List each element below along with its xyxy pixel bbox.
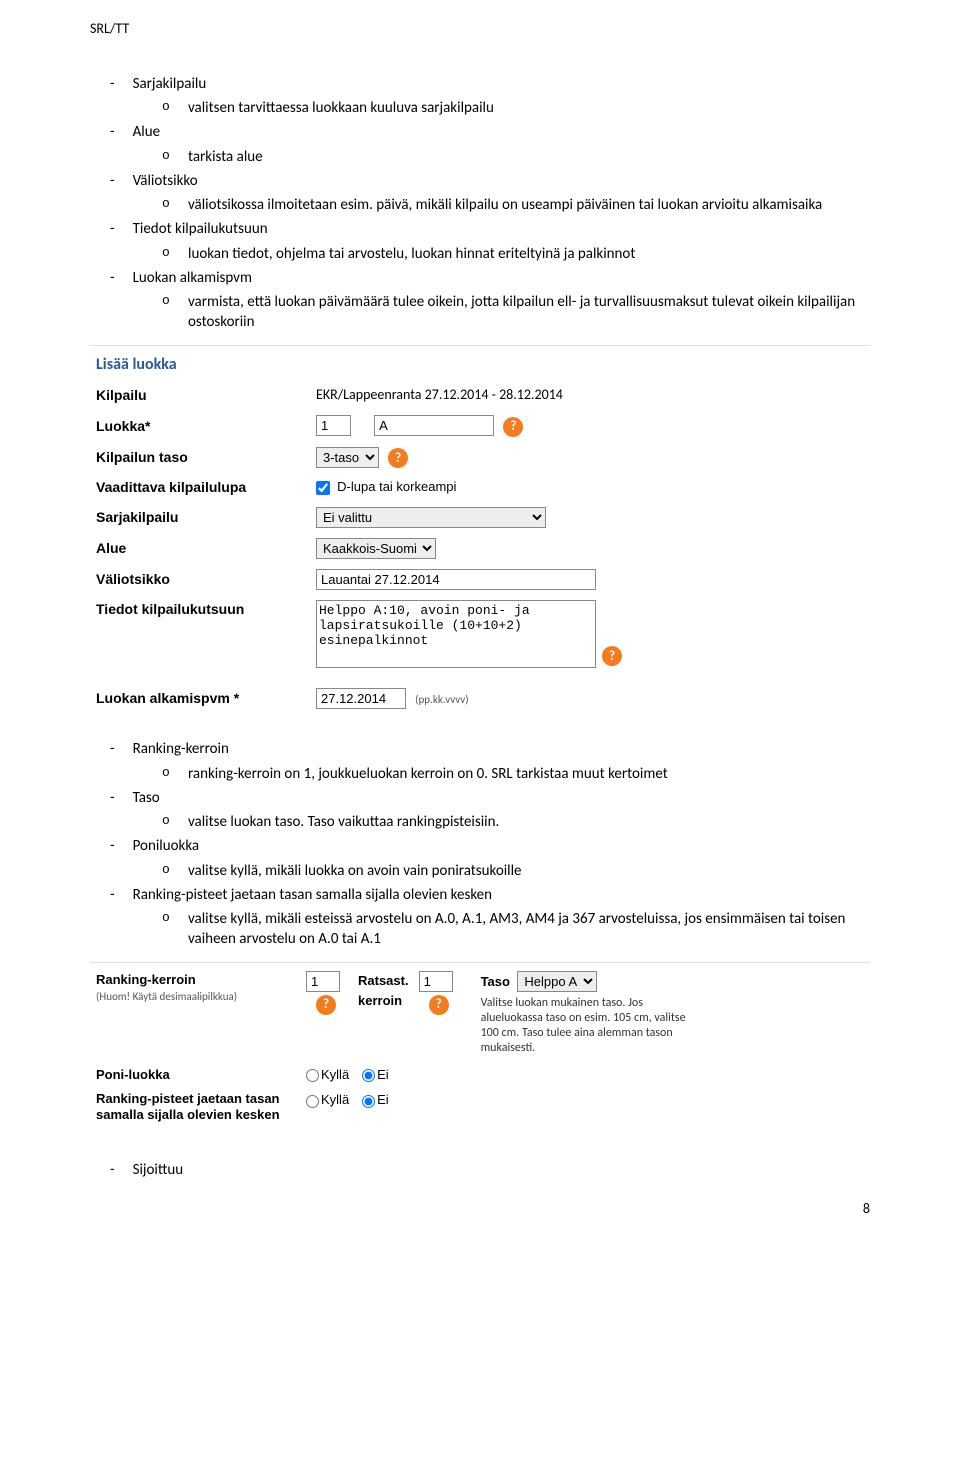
input-ratsast[interactable] (419, 971, 453, 992)
help-icon[interactable]: ? (429, 995, 449, 1015)
radio-label-ei: Ei (377, 1067, 389, 1082)
label-luokka: Luokka* (96, 417, 316, 436)
label-kilpailu: Kilpailu (96, 386, 316, 405)
list-item: Ranking-kerroin (110, 739, 870, 759)
help-icon[interactable]: ? (388, 448, 408, 468)
hint-taso: Valitse luokan mukainen taso. Jos aluelu… (481, 996, 691, 1056)
list-item: Sarjakilpailu (110, 74, 870, 94)
label-taso2: Taso (481, 974, 510, 989)
help-icon[interactable]: ? (316, 995, 336, 1015)
label-sarjakilpailu: Sarjakilpailu (96, 508, 316, 527)
list-item: Poniluokka (110, 836, 870, 856)
radio-split-kylla[interactable] (306, 1095, 319, 1108)
list-item: Tiedot kilpailukutsuun (110, 219, 870, 239)
label-poni: Poni-luokka (96, 1066, 296, 1084)
radio-label-kylla: Kyllä (321, 1067, 349, 1082)
radio-poni-ei[interactable] (362, 1069, 375, 1082)
input-valiotsikko[interactable] (316, 569, 596, 590)
list-item: Luokan alkamispvm (110, 268, 870, 288)
select-taso2[interactable]: Helppo A (517, 971, 597, 992)
list-subitem: varmista, että luokan päivämäärä tulee o… (162, 292, 870, 333)
label-valiotsikko: Väliotsikko (96, 570, 316, 589)
label-ratsast: Ratsast. (358, 973, 409, 988)
textarea-tiedot[interactable]: Helppo A:10, avoin poni- ja lapsiratsuko… (316, 600, 596, 668)
form-ranking: Ranking-kerroin (Huom! Käytä desimaalipi… (90, 962, 870, 1135)
label-ranking-kerroin: Ranking-kerroin (96, 971, 296, 989)
list-item: Taso (110, 788, 870, 808)
label-vaadittava: Vaadittava kilpailulupa (96, 478, 316, 497)
list-subitem: valitsen tarvittaessa luokkaan kuuluva s… (162, 98, 870, 118)
radio-label-kylla: Kyllä (321, 1092, 349, 1107)
bullet-list-3: Sijoittuu (90, 1160, 870, 1180)
select-sarja[interactable]: Ei valittu (316, 507, 546, 528)
label-rank-split: Ranking-pisteet jaetaan tasan samalla si… (96, 1091, 296, 1122)
form-add-class: Lisää luokka Kilpailu EKR/Lappeenranta 2… (90, 345, 870, 715)
help-icon[interactable]: ? (602, 646, 622, 666)
input-luokka-a[interactable] (374, 415, 494, 436)
radio-poni-kylla[interactable] (306, 1069, 319, 1082)
label-alue: Alue (96, 539, 316, 558)
input-ranking[interactable] (306, 971, 340, 992)
label-kerroin: kerroin (358, 993, 402, 1008)
radio-label-ei: Ei (377, 1092, 389, 1107)
list-subitem: ranking-kerroin on 1, joukkueluokan kerr… (162, 764, 870, 784)
list-item: Väliotsikko (110, 171, 870, 191)
hint-decimal: (Huom! Käytä desimaalipilkkua) (96, 990, 296, 1005)
page-number: 8 (90, 1200, 870, 1219)
form-title: Lisää luokka (90, 346, 870, 382)
list-subitem: valitse kyllä, mikäli esteissä arvostelu… (162, 909, 870, 950)
input-luokka-num[interactable] (316, 415, 351, 436)
list-subitem: väliotsikossa ilmoitetaan esim. päivä, m… (162, 195, 870, 215)
bullet-list-2: Ranking-kerroin ranking-kerroin on 1, jo… (90, 739, 870, 949)
checkbox-lupa[interactable] (316, 481, 330, 495)
value-kilpailu: EKR/Lappeenranta 27.12.2014 - 28.12.2014 (316, 386, 864, 405)
label-kilpailun-taso: Kilpailun taso (96, 448, 316, 467)
list-subitem: valitse luokan taso. Taso vaikuttaa rank… (162, 812, 870, 832)
document-header: SRL/TT (90, 20, 870, 39)
list-subitem: valitse kyllä, mikäli luokka on avoin va… (162, 861, 870, 881)
select-alue[interactable]: Kaakkois-Suomi (316, 538, 436, 559)
bullet-list-1: Sarjakilpailu valitsen tarvittaessa luok… (90, 74, 870, 333)
label-tiedot: Tiedot kilpailukutsuun (96, 600, 316, 619)
help-icon[interactable]: ? (503, 417, 523, 437)
list-subitem: luokan tiedot, ohjelma tai arvostelu, lu… (162, 244, 870, 264)
select-taso[interactable]: 3-taso (316, 447, 379, 468)
hint-dateformat: (pp.kk.vvvv) (415, 693, 468, 706)
radio-split-ei[interactable] (362, 1095, 375, 1108)
list-item: Alue (110, 122, 870, 142)
checkbox-label: D-lupa tai korkeampi (337, 479, 456, 494)
label-alkpvm: Luokan alkamispvm * (96, 689, 316, 708)
list-subitem: tarkista alue (162, 147, 870, 167)
list-item: Sijoittuu (110, 1160, 870, 1180)
list-item: Ranking-pisteet jaetaan tasan samalla si… (110, 885, 870, 905)
input-alkpvm[interactable] (316, 688, 406, 709)
